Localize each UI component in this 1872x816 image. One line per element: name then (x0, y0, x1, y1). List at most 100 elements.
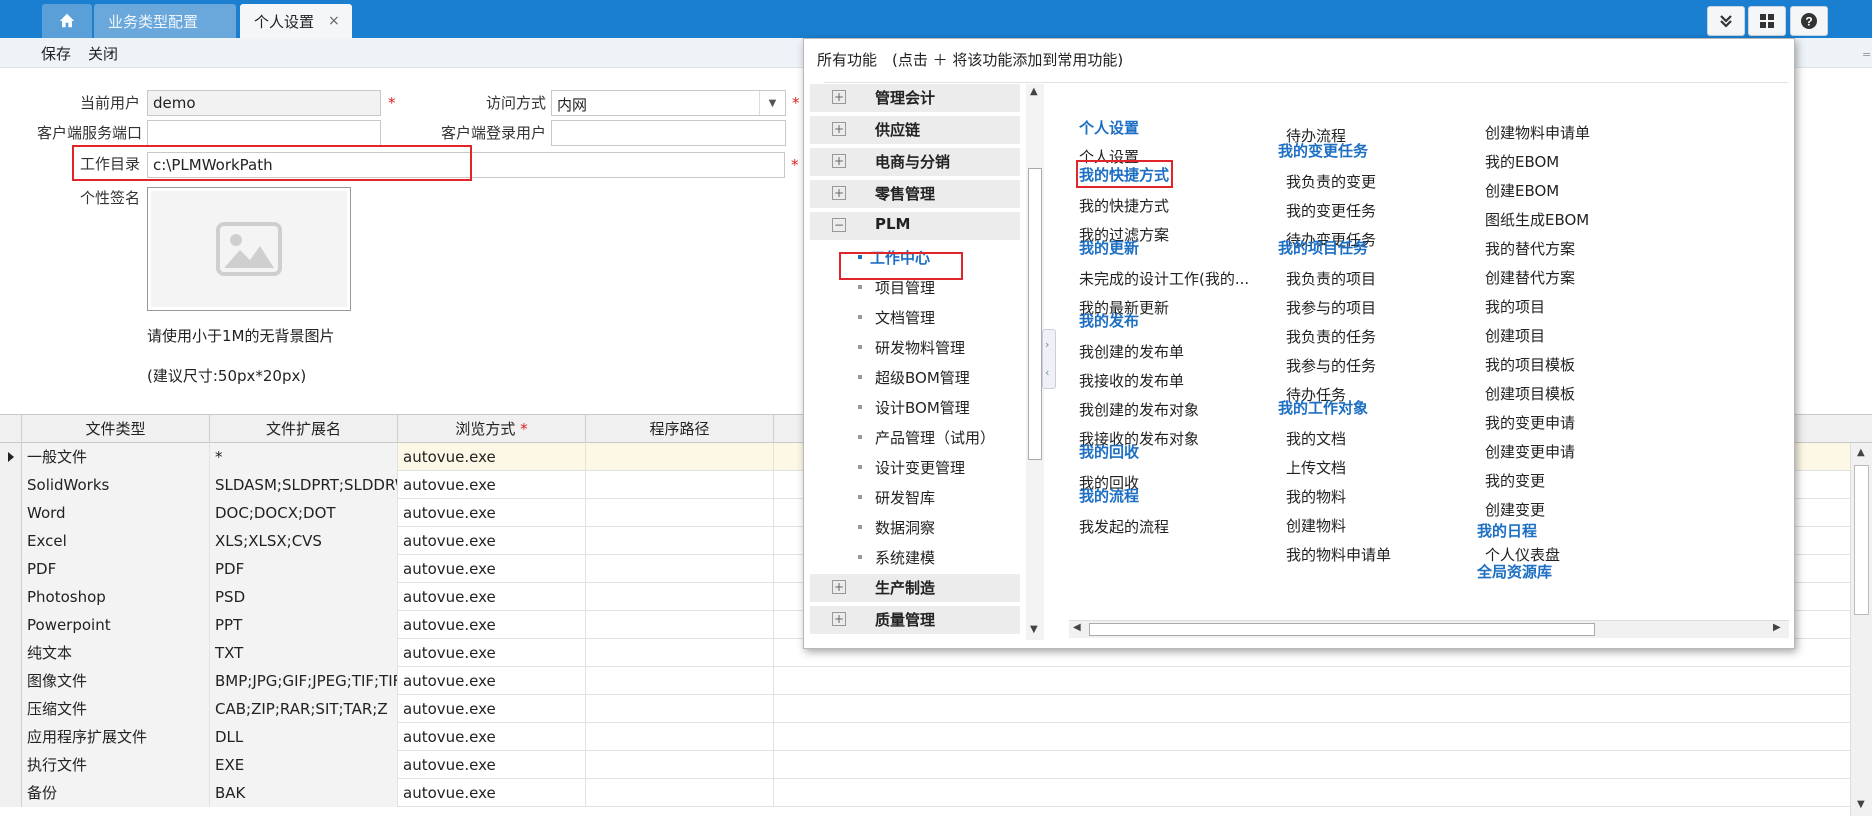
function-link[interactable]: 我的快捷方式 (1079, 195, 1169, 216)
function-link[interactable]: 创建替代方案 (1485, 267, 1575, 288)
function-link[interactable]: 我负责的变更 (1286, 171, 1376, 192)
table-row[interactable]: 压缩文件 CAB;ZIP;RAR;SIT;TAR;Z autovue.exe (0, 695, 1850, 723)
column-header-program-path[interactable]: 程序路径 (586, 415, 774, 443)
function-link[interactable]: 创建物料 (1286, 515, 1346, 536)
table-cell[interactable]: DOC;DOCX;DOT (210, 499, 398, 527)
scroll-thumb[interactable] (1089, 623, 1595, 636)
function-link[interactable]: 我的项目模板 (1485, 354, 1575, 375)
function-link[interactable]: 上传文档 (1286, 457, 1346, 478)
table-cell[interactable] (586, 499, 774, 527)
table-cell[interactable]: PDF (210, 555, 398, 583)
table-cell[interactable]: CAB;ZIP;RAR;SIT;TAR;Z (210, 695, 398, 723)
table-cell[interactable] (586, 583, 774, 611)
module-sub-item[interactable]: 研发智库 (810, 482, 1020, 512)
function-link[interactable]: 我负责的项目 (1286, 268, 1376, 289)
table-cell[interactable]: autovue.exe (398, 527, 586, 555)
scroll-left-icon[interactable]: ◀ (1073, 622, 1081, 633)
table-cell[interactable]: autovue.exe (398, 695, 586, 723)
expand-icon[interactable]: + (832, 154, 846, 168)
horizontal-scrollbar[interactable]: ◀ ▶ (1069, 620, 1789, 638)
function-link[interactable]: 我创建的发布对象 (1079, 399, 1199, 420)
function-link[interactable]: 创建变更申请 (1485, 441, 1575, 462)
table-cell[interactable]: autovue.exe (398, 555, 586, 583)
module-sub-item[interactable]: 超级BOM管理 (810, 362, 1020, 392)
table-cell[interactable]: 备份 (22, 779, 210, 807)
table-cell[interactable]: autovue.exe (398, 779, 586, 807)
panel-toggle[interactable]: › ‹ (1042, 329, 1056, 389)
scroll-up-icon[interactable]: ▲ (1857, 447, 1865, 458)
expand-icon[interactable]: + (832, 186, 846, 200)
table-cell[interactable]: Powerpoint (22, 611, 210, 639)
column-header-file-ext[interactable]: 文件扩展名 (210, 415, 398, 443)
expand-icon[interactable]: + (832, 122, 846, 136)
module-group[interactable]: + 供应链 (810, 116, 1020, 144)
tab-business-type-config[interactable]: 业务类型配置 (94, 4, 236, 38)
table-row[interactable]: 图像文件 BMP;JPG;GIF;JPEG;TIF;TIFF autovue.exe (0, 667, 1850, 695)
function-link[interactable]: 我接收的发布单 (1079, 370, 1184, 391)
grid-menu-button[interactable] (1748, 6, 1786, 36)
table-cell[interactable]: autovue.exe (398, 499, 586, 527)
scroll-down-icon[interactable]: ▼ (1857, 799, 1865, 810)
table-cell[interactable] (586, 527, 774, 555)
function-link[interactable]: 我的替代方案 (1485, 238, 1575, 259)
table-cell[interactable]: EXE (210, 751, 398, 779)
column-header-file-type[interactable]: 文件类型 (22, 415, 210, 443)
row-selector[interactable] (0, 611, 22, 639)
table-row[interactable]: 应用程序扩展文件 DLL autovue.exe (0, 723, 1850, 751)
module-group[interactable]: + 电商与分销 (810, 148, 1020, 176)
table-cell[interactable]: autovue.exe (398, 443, 586, 471)
row-selector[interactable] (0, 779, 22, 807)
table-cell[interactable] (586, 555, 774, 583)
row-selector[interactable] (0, 639, 22, 667)
save-button[interactable]: 保存 (41, 43, 71, 64)
table-cell[interactable] (586, 695, 774, 723)
dropdown-arrow-icon[interactable]: ▼ (759, 91, 785, 115)
row-selector[interactable] (0, 751, 22, 779)
table-cell[interactable]: 纯文本 (22, 639, 210, 667)
table-cell[interactable]: DLL (210, 723, 398, 751)
function-link[interactable]: 图纸生成EBOM (1485, 209, 1589, 230)
expand-icon[interactable]: + (832, 90, 846, 104)
table-cell[interactable]: Excel (22, 527, 210, 555)
scroll-down-icon[interactable]: ▼ (1030, 624, 1038, 635)
row-selector[interactable] (0, 555, 22, 583)
function-link[interactable]: 我的物料 (1286, 486, 1346, 507)
table-cell[interactable] (586, 667, 774, 695)
table-cell[interactable] (586, 779, 774, 807)
function-link[interactable]: 创建EBOM (1485, 180, 1559, 201)
client-port-field[interactable] (147, 120, 381, 146)
function-link[interactable]: 我参与的任务 (1286, 355, 1376, 376)
table-cell[interactable]: XLS;XLSX;CVS (210, 527, 398, 555)
table-cell[interactable] (586, 611, 774, 639)
access-mode-select[interactable]: 内网 ▼ (551, 90, 786, 116)
row-selector[interactable] (0, 667, 22, 695)
table-cell[interactable] (586, 639, 774, 667)
function-link[interactable]: 创建物料申请单 (1485, 122, 1590, 143)
scroll-right-icon[interactable]: ▶ (1773, 622, 1781, 633)
scroll-thumb[interactable] (1854, 465, 1869, 615)
function-link[interactable]: 我负责的任务 (1286, 326, 1376, 347)
function-link[interactable]: 我的变更 (1485, 470, 1545, 491)
collapse-button[interactable] (1707, 6, 1745, 36)
table-cell[interactable]: Photoshop (22, 583, 210, 611)
table-cell[interactable]: BAK (210, 779, 398, 807)
table-cell[interactable]: PPT (210, 611, 398, 639)
collapse-icon[interactable]: − (832, 218, 846, 232)
function-link[interactable]: 创建项目模板 (1485, 383, 1575, 404)
module-group[interactable]: + 生产制造 (810, 574, 1020, 602)
module-sub-item[interactable]: 数据洞察 (810, 512, 1020, 542)
expand-icon[interactable]: + (832, 612, 846, 626)
table-row[interactable]: 备份 BAK autovue.exe (0, 779, 1850, 807)
function-link[interactable]: 我创建的发布单 (1079, 341, 1184, 362)
function-link[interactable]: 我发起的流程 (1079, 516, 1169, 537)
table-cell[interactable]: PDF (22, 555, 210, 583)
row-selector[interactable] (0, 499, 22, 527)
table-cell[interactable]: autovue.exe (398, 611, 586, 639)
close-icon[interactable]: × (328, 13, 340, 29)
module-sub-item[interactable]: 研发物料管理 (810, 332, 1020, 362)
row-selector[interactable] (0, 695, 22, 723)
table-cell[interactable]: autovue.exe (398, 639, 586, 667)
module-sub-item[interactable]: 系统建模 (810, 542, 1020, 572)
row-selector[interactable] (0, 443, 22, 471)
table-cell[interactable]: SolidWorks (22, 471, 210, 499)
